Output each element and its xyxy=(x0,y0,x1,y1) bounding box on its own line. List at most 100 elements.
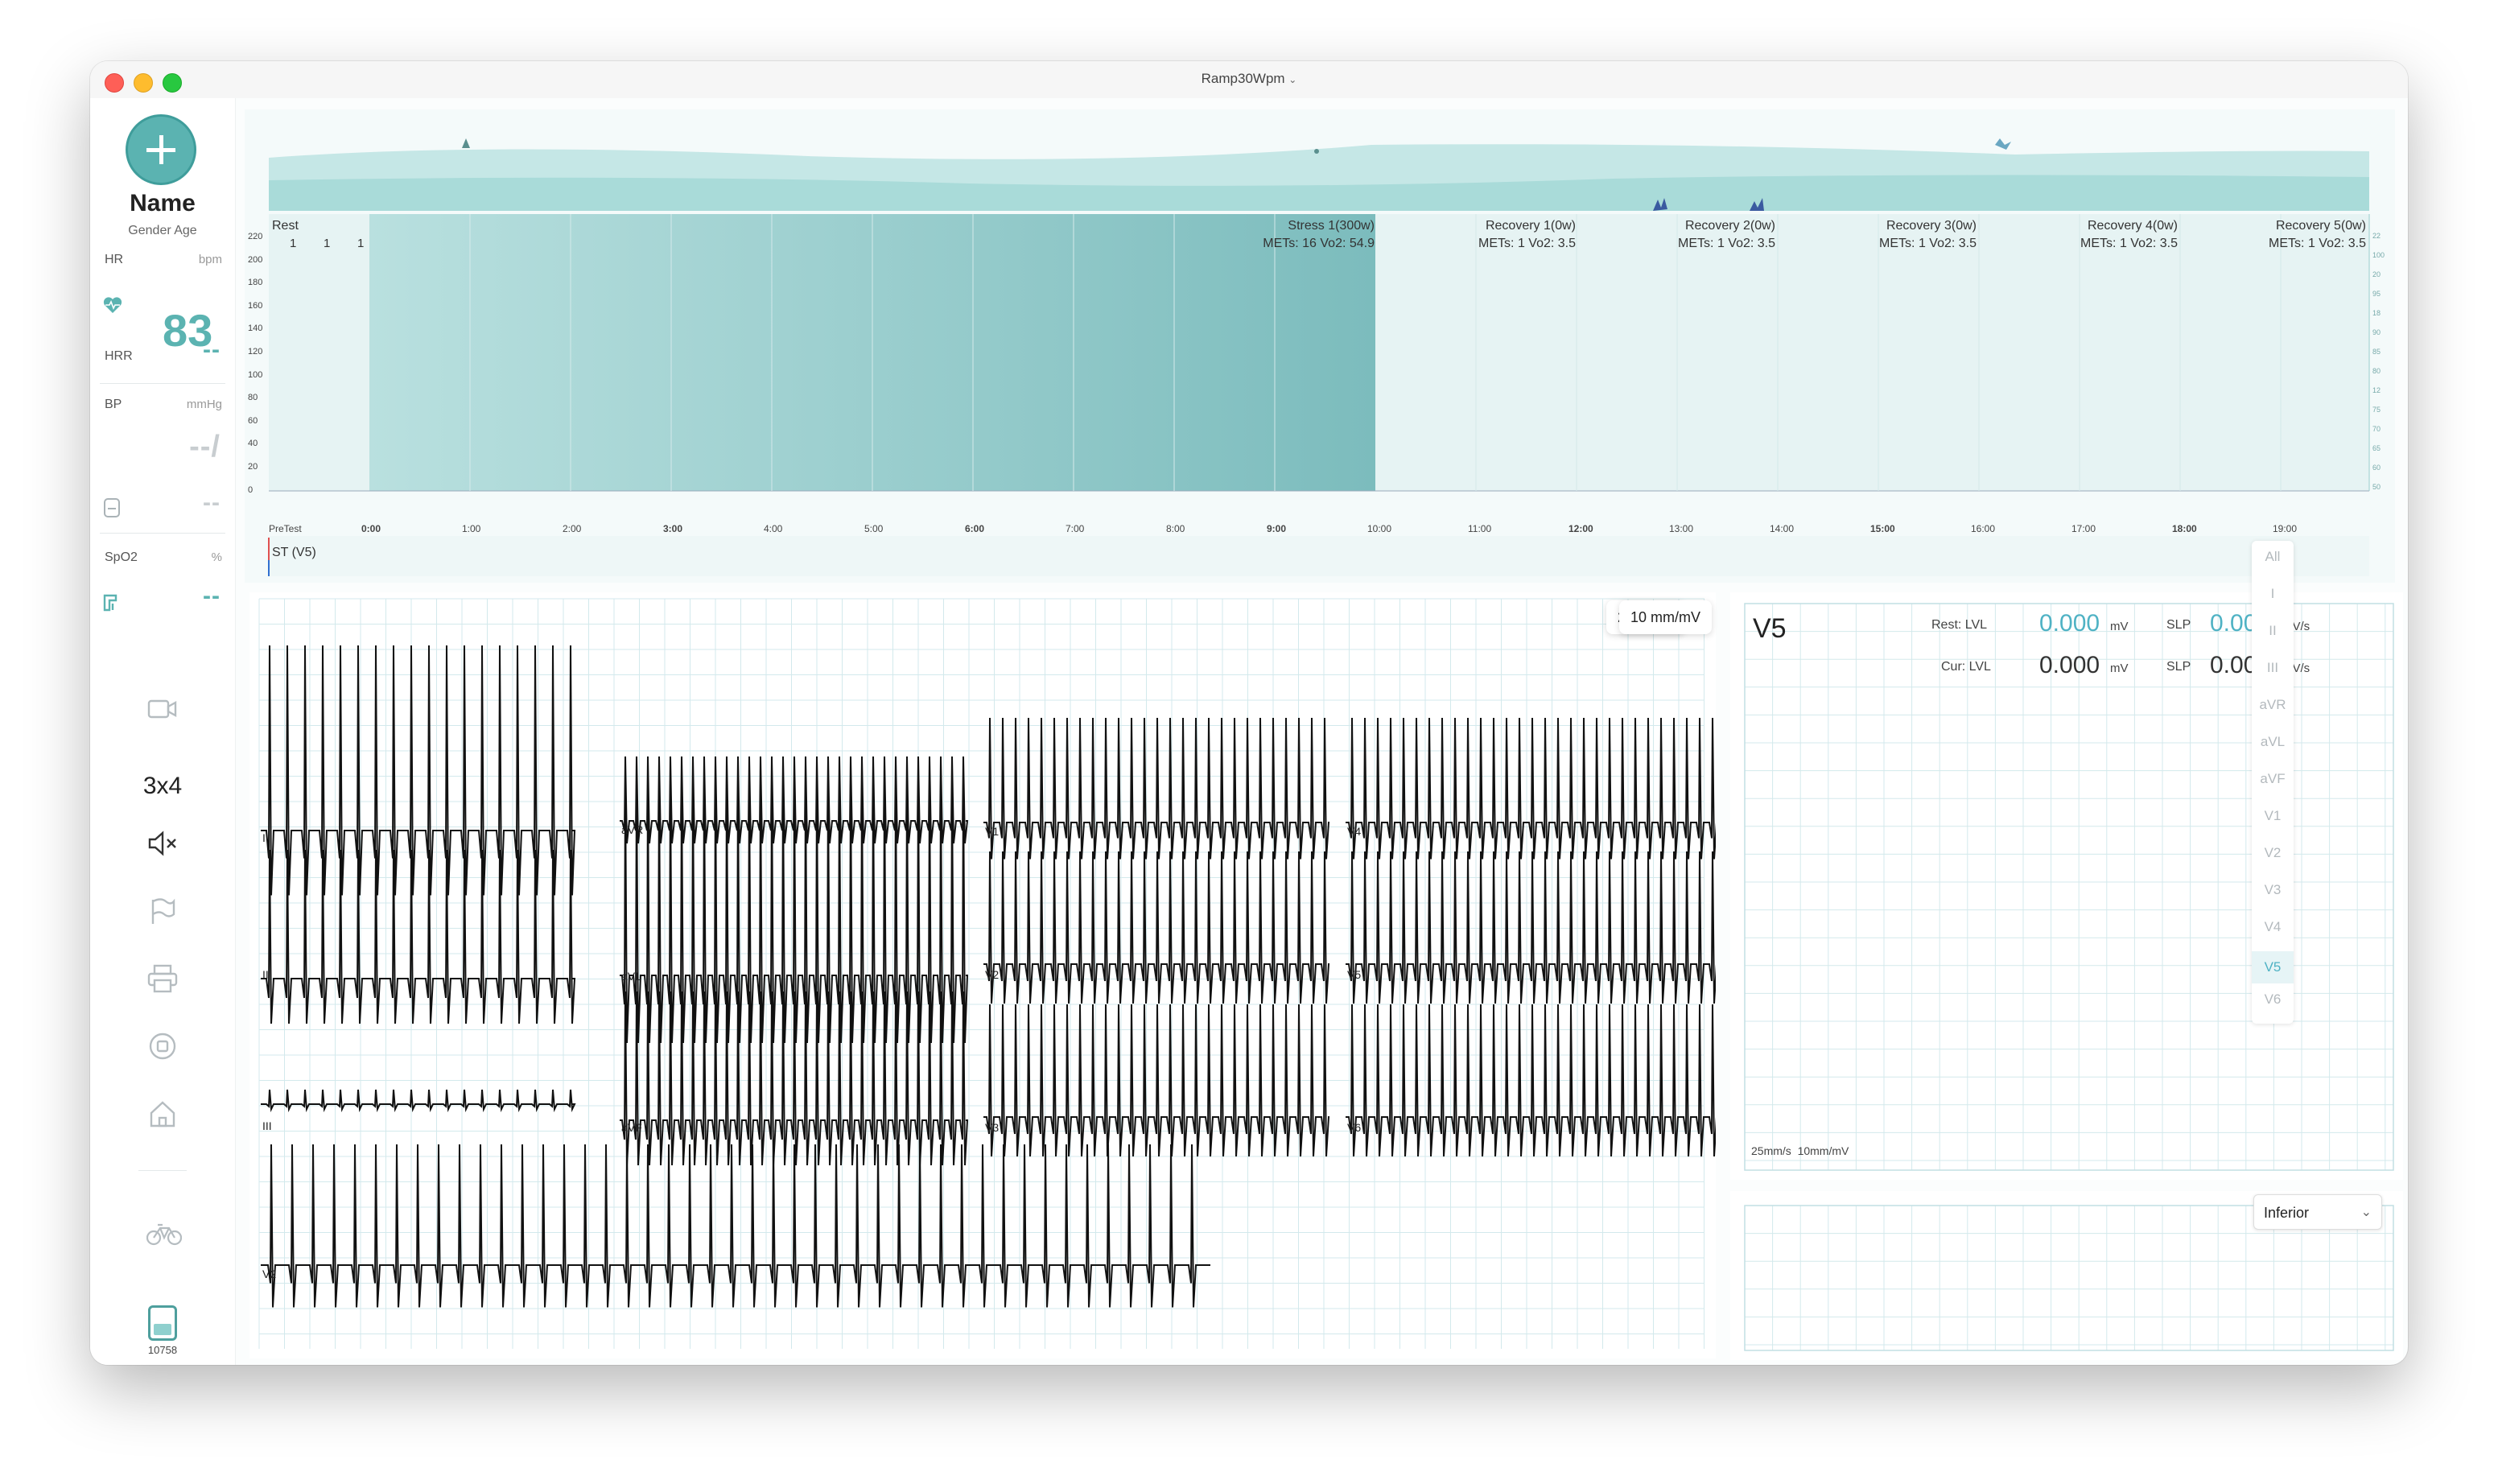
lead-option[interactable]: V4 xyxy=(2252,919,2294,935)
sidebar: Name Gender Age HR bpm 83 HRR -- BP mmHg… xyxy=(90,98,236,1365)
stage-rest-label: Rest xyxy=(272,219,299,233)
svg-text:70: 70 xyxy=(2372,425,2381,433)
y-tick: 40 xyxy=(248,439,258,449)
lead-option[interactable]: III xyxy=(2252,660,2294,676)
flag-icon[interactable] xyxy=(146,897,179,929)
y-tick: 20 xyxy=(248,462,258,472)
ecg-12-lead-panel[interactable]: IIIIIIaVRaVLaVFV1V2V3V4V5V6V2 25 mm/s xyxy=(249,592,1716,1358)
cur-lvl-value: 0.000 xyxy=(2039,652,2100,678)
x-tick: 1:00 xyxy=(462,523,481,534)
ecg-trace-lead-v5 xyxy=(1346,851,1716,1004)
exercise-trend-chart[interactable]: 22 100 20 95 18 90 85 80 12 75 70 65 60 50 Rest 1… xyxy=(245,109,2395,583)
lead-option[interactable]: All xyxy=(2252,549,2294,565)
y-tick: 100 xyxy=(248,369,263,380)
chevron-down-icon: ⌄ xyxy=(2360,1206,2372,1219)
svg-text:50: 50 xyxy=(2372,483,2381,491)
bike-icon[interactable] xyxy=(146,1222,183,1254)
svg-text:60: 60 xyxy=(2372,464,2381,472)
y-tick: 120 xyxy=(248,347,263,357)
divider xyxy=(138,1170,187,1171)
svg-text:22: 22 xyxy=(2372,232,2381,240)
lead-option[interactable]: aVR xyxy=(2252,697,2294,713)
mute-icon[interactable] xyxy=(146,829,179,861)
x-tick: 15:00 xyxy=(1870,523,1895,534)
title-bar: Ramp30Wpm ⌄ xyxy=(90,61,2408,98)
stage-label: Stress 1(300w) xyxy=(1288,219,1375,233)
spo2-value: -- xyxy=(203,583,221,609)
st-trend-label: ST (V5) xyxy=(272,546,316,559)
oximeter-icon xyxy=(103,592,122,616)
hr-unit: bpm xyxy=(198,253,222,266)
svg-text:95: 95 xyxy=(2372,290,2381,298)
lead-label-rhythm-v2: V2 xyxy=(262,1268,276,1280)
home-icon[interactable] xyxy=(146,1099,179,1132)
lead-option[interactable]: I xyxy=(2252,586,2294,602)
layout-toggle[interactable]: 3x4 xyxy=(90,773,235,800)
rest-marker: 1 xyxy=(324,237,331,250)
lead-group-value: Inferior xyxy=(2264,1205,2310,1221)
svg-text:85: 85 xyxy=(2372,348,2381,356)
hrr-value: -- xyxy=(203,336,221,363)
lead-group-select[interactable]: Inferior ⌄ xyxy=(2253,1194,2382,1230)
lead-option[interactable]: V3 xyxy=(2252,882,2294,898)
x-tick: 7:00 xyxy=(1066,523,1085,534)
lead-label-v1: V1 xyxy=(985,825,999,838)
chevron-down-icon: ⌄ xyxy=(1288,74,1297,85)
cur-lvl-unit: mV xyxy=(2110,662,2129,675)
lead-option[interactable]: V2 xyxy=(2252,845,2294,861)
ecg-trace-lead-v4 xyxy=(1346,717,1716,859)
x-tick: PreTest xyxy=(269,523,302,534)
stage-label: Recovery 3(0w) xyxy=(1886,219,1977,233)
print-icon[interactable] xyxy=(146,964,179,996)
svg-text:20: 20 xyxy=(2372,270,2381,278)
lead-label-v6: V6 xyxy=(1347,1121,1361,1134)
divider xyxy=(100,533,225,534)
lead-option[interactable]: aVF xyxy=(2252,771,2294,787)
patient-name: Name xyxy=(130,190,196,216)
svg-text:80: 80 xyxy=(2372,367,2381,375)
lead-option[interactable]: V1 xyxy=(2252,808,2294,824)
hrr-label: HRR xyxy=(105,349,133,363)
record-stop-icon[interactable] xyxy=(146,1032,179,1064)
x-tick: 2:00 xyxy=(563,523,582,534)
x-tick: 6:00 xyxy=(965,523,985,534)
trend-chart-graphics: 22 100 20 95 18 90 85 80 12 75 70 65 60 50 xyxy=(268,138,2385,576)
ecg-trace-lead-v1 xyxy=(983,717,1330,859)
cur-lvl-label: Cur: LVL xyxy=(1941,660,1991,674)
battery-icon xyxy=(148,1305,177,1341)
lead-label-v4: V4 xyxy=(1347,825,1361,838)
ecg-gain-button[interactable]: 10 mm/mV xyxy=(1619,600,1713,634)
cuff-value: -- xyxy=(203,489,221,516)
y-tick: 80 xyxy=(248,393,258,403)
divider xyxy=(100,383,225,384)
st-lead-name: V5 xyxy=(1753,613,1787,644)
ecg-waveforms: IIIIIIaVRaVLaVFV1V2V3V4V5V6V2 xyxy=(258,598,1716,1349)
x-tick: 18:00 xyxy=(2172,523,2197,534)
lead-label-ii: II xyxy=(262,968,269,981)
stage-detail: METs: 1 Vo2: 3.5 xyxy=(1478,237,1576,250)
rest-lvl-value: 0.000 xyxy=(2039,610,2100,637)
lead-option[interactable]: V6 xyxy=(2252,991,2294,1008)
y-tick: 180 xyxy=(248,278,263,288)
lead-selector-list[interactable]: All I II III aVR aVL aVF V1 V2 V3 V4 V5 … xyxy=(2252,541,2294,1024)
lead-option[interactable]: II xyxy=(2252,623,2294,639)
lead-option-selected[interactable]: V5 xyxy=(2252,951,2294,983)
add-patient-button[interactable] xyxy=(126,114,196,185)
x-tick: 13:00 xyxy=(1669,523,1694,534)
hr-label: HR xyxy=(105,253,124,266)
camera-icon[interactable] xyxy=(146,697,179,729)
lead-label-i: I xyxy=(262,831,266,844)
cuff-icon xyxy=(103,497,121,523)
protocol-selector[interactable]: Ramp30Wpm ⌄ xyxy=(90,71,2408,87)
lead-label-v5: V5 xyxy=(1347,968,1361,981)
lead-label-iii: III xyxy=(262,1119,272,1132)
stage-detail: METs: 1 Vo2: 3.5 xyxy=(1879,237,1977,250)
y-tick: 160 xyxy=(248,300,263,311)
x-tick: 9:00 xyxy=(1267,523,1287,534)
stage-label: Recovery 5(0w) xyxy=(2275,219,2366,233)
x-tick: 14:00 xyxy=(1770,523,1795,534)
rest-slp-label: SLP xyxy=(2166,618,2191,632)
svg-text:65: 65 xyxy=(2372,444,2381,452)
lead-option[interactable]: aVL xyxy=(2252,734,2294,750)
cur-slp-label: SLP xyxy=(2166,660,2191,674)
